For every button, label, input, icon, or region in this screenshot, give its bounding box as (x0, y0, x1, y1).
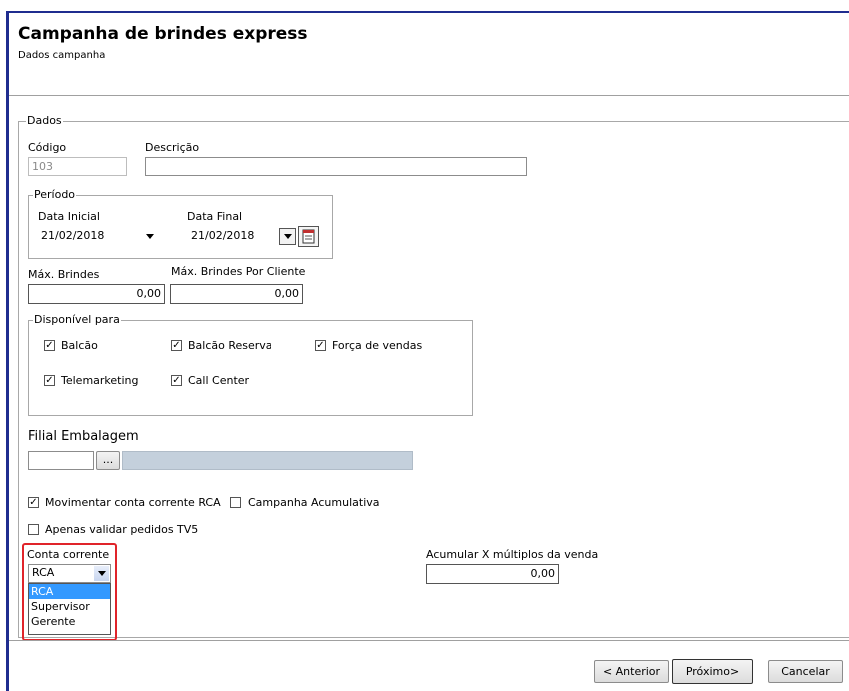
calendar-icon (302, 229, 315, 244)
conta-corrente-dropdown-button[interactable] (94, 566, 109, 581)
filial-code-input[interactable] (28, 451, 94, 470)
data-final-dropdown-button[interactable] (279, 228, 296, 245)
movimentar-checkbox[interactable]: ✓ (28, 497, 39, 508)
call-center-checkbox[interactable]: ✓ (171, 375, 182, 386)
conta-corrente-option-supervisor[interactable]: Supervisor (29, 599, 110, 614)
acumular-label: Acumular X múltiplos da venda (426, 548, 599, 561)
conta-corrente-dropdown-list: RCA Supervisor Gerente (28, 583, 111, 635)
validar-tv5-label: Apenas validar pedidos TV5 (45, 523, 199, 536)
max-brindes-input[interactable]: 0,00 (28, 284, 165, 304)
page-subtitle: Dados campanha (18, 50, 106, 61)
validar-tv5-checkbox[interactable] (28, 524, 39, 535)
descricao-label: Descrição (145, 141, 200, 154)
window-left-border (6, 13, 9, 691)
page-title: Campanha de brindes express (18, 24, 308, 44)
filial-description-input[interactable] (122, 451, 413, 470)
data-inicial-label: Data Inicial (38, 210, 100, 223)
disponivel-group-label: Disponível para (33, 313, 121, 326)
max-brindes-cliente-label: Máx. Brindes Por Cliente (171, 265, 306, 278)
call-center-label: Call Center (188, 374, 250, 387)
acumular-input[interactable]: 0,00 (426, 564, 559, 584)
codigo-label: Código (28, 141, 67, 154)
conta-corrente-option-gerente[interactable]: Gerente (29, 614, 110, 629)
balcao-reserva-checkbox[interactable]: ✓ (171, 340, 182, 351)
conta-corrente-combo[interactable]: RCA (28, 564, 111, 583)
acumulativa-label: Campanha Acumulativa (248, 496, 380, 509)
data-final-input[interactable]: 21/02/2018 (187, 226, 257, 247)
chevron-down-icon (146, 234, 154, 239)
descricao-input[interactable] (145, 157, 527, 176)
window-top-border (6, 11, 849, 13)
header-divider (9, 95, 849, 96)
codigo-input[interactable]: 103 (28, 157, 127, 176)
calendar-button[interactable] (298, 226, 319, 247)
anterior-button[interactable]: < Anterior (594, 660, 669, 683)
balcao-label: Balcão (61, 339, 98, 352)
balcao-reserva-label: Balcão Reserva (188, 339, 271, 352)
conta-corrente-label: Conta corrente (27, 548, 110, 561)
max-brindes-cliente-input[interactable]: 0,00 (170, 284, 303, 304)
dados-group-label: Dados (26, 114, 63, 127)
forca-vendas-checkbox[interactable]: ✓ (315, 340, 326, 351)
conta-corrente-selected: RCA (32, 566, 55, 579)
proximo-button[interactable]: Próximo> (672, 659, 753, 684)
forca-vendas-label: Força de vendas (332, 339, 423, 352)
balcao-checkbox[interactable]: ✓ (44, 340, 55, 351)
chevron-down-icon (284, 234, 292, 239)
disponivel-group (28, 320, 473, 416)
acumulativa-checkbox[interactable] (230, 497, 241, 508)
conta-corrente-option-rca[interactable]: RCA (29, 584, 110, 599)
max-brindes-label: Máx. Brindes (28, 268, 100, 281)
telemarketing-checkbox[interactable]: ✓ (44, 375, 55, 386)
footer-divider (9, 640, 849, 641)
filial-lookup-button[interactable]: ... (96, 451, 120, 470)
cancelar-button[interactable]: Cancelar (768, 660, 843, 683)
telemarketing-label: Telemarketing (61, 374, 139, 387)
data-inicial-combo[interactable]: 21/02/2018 (37, 226, 161, 247)
chevron-down-icon (98, 571, 106, 576)
data-final-label: Data Final (187, 210, 243, 223)
movimentar-label: Movimentar conta corrente RCA (45, 496, 221, 509)
periodo-group-label: Período (33, 188, 77, 201)
data-inicial-value: 21/02/2018 (41, 229, 105, 242)
filial-embalagem-label: Filial Embalagem (28, 429, 139, 444)
